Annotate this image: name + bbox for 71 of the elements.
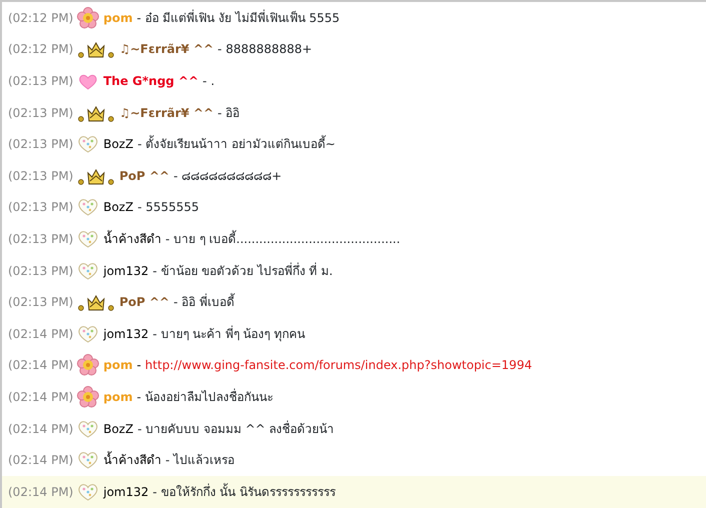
chat-message-row[interactable]: (02:13 PM) น้ำค้างสีดำ - บาย ๆ เบอดี้........................................... bbox=[2, 223, 706, 255]
user-name: ♫~Fɛrrãr¥ ^^ bbox=[119, 104, 214, 122]
chat-message-row[interactable]: (02:13 PM) BozZ - ตั้งจัยเรียนน้าาา อย่ามัวแต่กินเบอดี้~ bbox=[2, 128, 706, 160]
message-text: - ๘๘๘๘๘๘๘๘๘๘+ bbox=[173, 168, 282, 185]
user-name: pom bbox=[103, 10, 133, 27]
user-name: jom132 bbox=[103, 484, 149, 501]
message-text: - บายคับบบ จอมมม ^^ ลงชื่อด้วยน้า bbox=[137, 420, 334, 438]
chat-message-row[interactable]: (02:14 PM) BozZ - บายคับบบ จอมมม ^^ ลงชื่อด้วยน้า bbox=[2, 412, 706, 444]
flower-icon bbox=[77, 6, 100, 29]
user-name: pom bbox=[103, 388, 133, 406]
message-text: - อิอิ พี่เบอดี้ bbox=[173, 293, 234, 312]
chat-message-row[interactable]: (02:13 PM) PoP ^^ - อิอิ พี่เบอดี้ bbox=[2, 286, 706, 318]
timestamp: (02:14 PM) bbox=[8, 357, 74, 374]
timestamp: (02:13 PM) bbox=[8, 262, 74, 280]
heart-icon bbox=[77, 196, 100, 218]
user-name: BozZ bbox=[103, 420, 134, 438]
heart-icon bbox=[77, 449, 100, 472]
message-text: - บายๆ นะค้า พี่ๆ น้องๆ ทุกคน bbox=[152, 324, 306, 343]
timestamp: (02:13 PM) bbox=[8, 294, 74, 312]
user-name: PoP ^^ bbox=[119, 294, 170, 312]
chat-message-row[interactable]: (02:14 PM) pom - http://www.ging-fansite.com/forums/index.php?showtopic=1994 bbox=[2, 350, 706, 382]
chat-message-row[interactable]: (02:14 PM) pom - น้องอย่าลืมไปลงชื่อกันนะ bbox=[2, 381, 706, 413]
message-text: - . bbox=[202, 72, 215, 90]
separator-dash: - bbox=[136, 357, 142, 374]
heart-icon bbox=[77, 133, 100, 156]
chat-message-row[interactable]: (02:13 PM) BozZ - 5555555 bbox=[2, 192, 706, 224]
message-text: - 8888888888+ bbox=[218, 41, 312, 58]
chat-message-row[interactable]: (02:14 PM) น้ำค้างสีดำ - ไปแล้วเหรอ bbox=[2, 444, 706, 476]
timestamp: (02:14 PM) bbox=[8, 420, 74, 438]
chat-message-row[interactable]: (02:14 PM) jom132 - ขอให้รักกึ่ง นั้น นิรันดรรรรรรรรรรร bbox=[2, 476, 706, 508]
user-name: BozZ bbox=[103, 199, 134, 216]
timestamp: (02:13 PM) bbox=[8, 199, 74, 216]
message-text: - ขอให้รักกึ่ง นั้น นิรันดรรรรรรรรรรร bbox=[152, 482, 336, 501]
timestamp: (02:13 PM) bbox=[8, 72, 74, 90]
chat-message-row[interactable]: (02:13 PM) jom132 - ข้าน้อย ขอตัวด้วย ไปรอพี่กึ่ง ที่ ม. bbox=[2, 254, 706, 286]
chat-message-row[interactable]: (02:13 PM) PoP ^^ - ๘๘๘๘๘๘๘๘๘๘+ bbox=[2, 160, 706, 192]
timestamp: (02:14 PM) bbox=[8, 452, 74, 470]
chat-message-row[interactable]: (02:13 PM) ♫~Fɛrrãr¥ ^^ - อิอิ bbox=[2, 96, 706, 128]
chat-message-row[interactable]: (02:14 PM) jom132 - บายๆ นะค้า พี่ๆ น้องๆ ทุกคน bbox=[2, 318, 706, 350]
message-link[interactable]: http://www.ging-fansite.com/forums/index.php?showtopic=1994 bbox=[145, 356, 532, 374]
message-text: - อ๋อ มีแต่พี่เฟิน งัย ไม่มีพี่เฟินเฟ็น 5555 bbox=[136, 8, 340, 27]
message-text: - 5555555 bbox=[137, 199, 200, 216]
chat-message-row[interactable]: (02:12 PM) ♫~Fɛrrãr¥ ^^ - 8888888888+ bbox=[2, 34, 706, 66]
chat-message-row[interactable]: (02:12 PM) pom - อ๋อ มีแต่พี่เฟิน งัย ไม่มีพี่เฟินเฟ็น 5555 bbox=[2, 2, 706, 34]
message-text: - ตั้งจัยเรียนน้าาา อย่ามัวแต่กินเบอดี้~ bbox=[137, 135, 336, 154]
user-name: The G*ngg ^^ bbox=[103, 72, 199, 90]
message-text: - บาย ๆ เบอดี้........................................... bbox=[165, 230, 400, 248]
timestamp: (02:13 PM) bbox=[8, 104, 74, 122]
user-name: PoP ^^ bbox=[119, 168, 170, 185]
timestamp: (02:14 PM) bbox=[8, 484, 74, 501]
timestamp: (02:13 PM) bbox=[8, 136, 74, 154]
user-name: ♫~Fɛrrãr¥ ^^ bbox=[119, 41, 214, 58]
timestamp: (02:14 PM) bbox=[8, 388, 74, 406]
timestamp: (02:14 PM) bbox=[8, 326, 74, 343]
message-text: - ข้าน้อย ขอตัวด้วย ไปรอพี่กึ่ง ที่ ม. bbox=[152, 262, 333, 280]
flower-icon bbox=[77, 386, 100, 408]
user-name: น้ำค้างสีดำ bbox=[103, 451, 162, 470]
timestamp: (02:13 PM) bbox=[8, 168, 74, 185]
message-text: - ไปแล้วเหรอ bbox=[165, 452, 235, 470]
user-name: น้ำค้างสีดำ bbox=[103, 230, 162, 248]
timestamp: (02:12 PM) bbox=[8, 41, 74, 58]
message-text: - อิอิ bbox=[218, 104, 240, 122]
user-name: jom132 bbox=[103, 262, 149, 280]
timestamp: (02:13 PM) bbox=[8, 230, 74, 248]
user-name: pom bbox=[103, 357, 133, 374]
message-text: - น้องอย่าลืมไปลงชื่อกันนะ bbox=[136, 388, 273, 406]
flower-icon bbox=[77, 354, 100, 376]
user-name: BozZ bbox=[103, 136, 134, 154]
user-name: jom132 bbox=[103, 326, 149, 343]
timestamp: (02:12 PM) bbox=[8, 10, 74, 27]
chat-message-row[interactable]: (02:13 PM) The G*ngg ^^ - . bbox=[2, 65, 706, 97]
